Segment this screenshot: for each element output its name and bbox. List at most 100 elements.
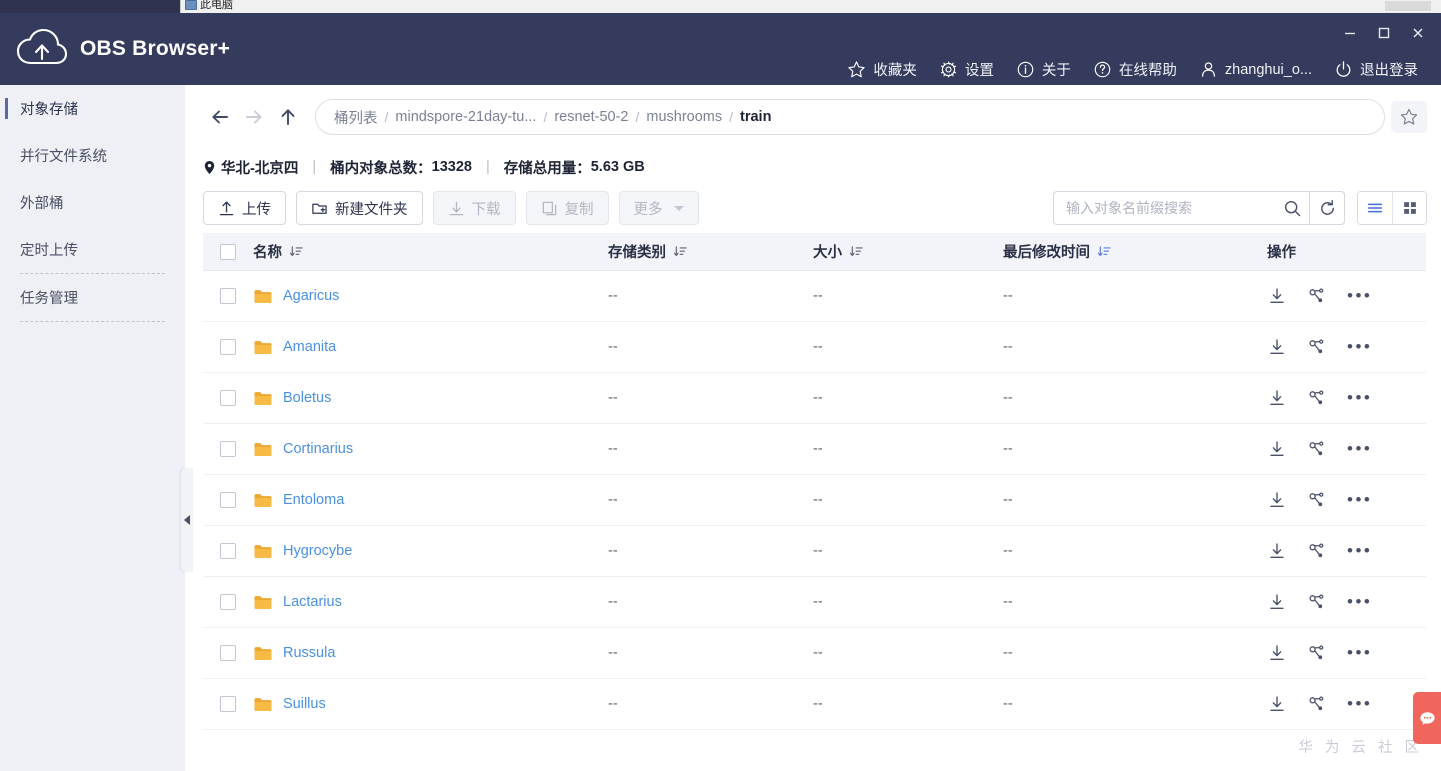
row-download-button[interactable]	[1267, 388, 1287, 408]
table-row[interactable]: Entoloma------•••	[203, 475, 1426, 526]
view-mode-toggle	[1357, 191, 1427, 225]
folder-link[interactable]: Cortinarius	[283, 441, 353, 457]
row-checkbox[interactable]	[220, 696, 236, 712]
folder-link[interactable]: Suillus	[283, 696, 326, 712]
grid-view-button[interactable]	[1392, 192, 1426, 224]
header-item-user-account[interactable]: zhanghui_o...	[1188, 56, 1323, 83]
header-item-favorites[interactable]: 收藏夹	[836, 55, 928, 84]
chat-support-button[interactable]	[1413, 692, 1441, 744]
more-actions-button[interactable]: 更多	[619, 191, 699, 225]
column-header-last-modified[interactable]: 最后修改时间	[1003, 241, 1265, 262]
cloud-upload-logo-icon	[16, 28, 68, 70]
row-more-button[interactable]: •••	[1347, 291, 1372, 301]
forward-button[interactable]	[237, 100, 271, 134]
row-checkbox[interactable]	[220, 492, 236, 508]
sidebar-item-scheduled-upload[interactable]: 定时上传	[0, 226, 185, 273]
row-share-button[interactable]	[1307, 439, 1327, 459]
row-more-button[interactable]: •••	[1347, 342, 1372, 352]
row-more-button[interactable]: •••	[1347, 546, 1372, 556]
row-more-button[interactable]: •••	[1347, 444, 1372, 454]
row-share-button[interactable]	[1307, 286, 1327, 306]
breadcrumb-item-bucket-list[interactable]: 桶列表	[334, 107, 378, 128]
sort-icon-active[interactable]	[1097, 244, 1112, 259]
row-checkbox[interactable]	[220, 543, 236, 559]
folder-link[interactable]: Boletus	[283, 390, 331, 406]
row-more-button[interactable]: •••	[1347, 648, 1372, 658]
search-button[interactable]	[1275, 191, 1309, 225]
sidebar-item-parallel-file-system[interactable]: 并行文件系统	[0, 132, 185, 179]
sidebar-collapse-handle[interactable]	[181, 468, 193, 572]
row-checkbox[interactable]	[220, 339, 236, 355]
breadcrumb-item-resnet[interactable]: resnet-50-2	[554, 109, 628, 125]
row-download-button[interactable]	[1267, 592, 1287, 612]
row-share-button[interactable]	[1307, 694, 1327, 714]
maximize-button[interactable]	[1369, 21, 1399, 45]
row-more-button[interactable]: •••	[1347, 393, 1372, 403]
list-view-button[interactable]	[1358, 192, 1392, 224]
table-row[interactable]: Russula------•••	[203, 628, 1426, 679]
download-button[interactable]: 下载	[433, 191, 516, 225]
minimize-button[interactable]	[1335, 21, 1365, 45]
cell-size: --	[813, 696, 1003, 712]
copy-button[interactable]: 复制	[526, 191, 609, 225]
table-row[interactable]: Boletus------•••	[203, 373, 1426, 424]
folder-link[interactable]: Lactarius	[283, 594, 342, 610]
upload-button[interactable]: 上传	[203, 191, 286, 225]
favorite-path-button[interactable]	[1391, 101, 1427, 133]
breadcrumb-item-mushrooms[interactable]: mushrooms	[646, 109, 722, 125]
row-share-button[interactable]	[1307, 592, 1327, 612]
header-item-settings[interactable]: 设置	[928, 55, 1005, 84]
row-download-button[interactable]	[1267, 286, 1287, 306]
select-all-checkbox[interactable]	[220, 244, 236, 260]
up-button[interactable]	[271, 100, 305, 134]
sort-icon[interactable]	[673, 244, 688, 259]
table-row[interactable]: Hygrocybe------•••	[203, 526, 1426, 577]
table-row[interactable]: Suillus------•••	[203, 679, 1426, 730]
refresh-button[interactable]	[1309, 191, 1345, 225]
table-row[interactable]: Lactarius------•••	[203, 577, 1426, 628]
row-more-button[interactable]: •••	[1347, 597, 1372, 607]
column-header-size[interactable]: 大小	[813, 241, 1003, 262]
table-row[interactable]: Agaricus------•••	[203, 271, 1426, 322]
row-share-button[interactable]	[1307, 643, 1327, 663]
row-download-button[interactable]	[1267, 541, 1287, 561]
sort-icon[interactable]	[849, 244, 864, 259]
row-download-button[interactable]	[1267, 643, 1287, 663]
sort-icon[interactable]	[289, 244, 304, 259]
row-share-button[interactable]	[1307, 337, 1327, 357]
header-item-online-help[interactable]: 在线帮助	[1082, 55, 1188, 84]
search-input[interactable]	[1066, 200, 1275, 216]
row-share-button[interactable]	[1307, 490, 1327, 510]
close-button[interactable]	[1403, 21, 1433, 45]
table-row[interactable]: Cortinarius------•••	[203, 424, 1426, 475]
back-button[interactable]	[203, 100, 237, 134]
table-row[interactable]: Amanita------•••	[203, 322, 1426, 373]
header-item-about[interactable]: 关于	[1005, 55, 1082, 84]
row-more-button[interactable]: •••	[1347, 699, 1372, 709]
row-checkbox[interactable]	[220, 594, 236, 610]
sidebar-item-object-storage[interactable]: 对象存储	[0, 85, 185, 132]
row-download-button[interactable]	[1267, 694, 1287, 714]
folder-link[interactable]: Amanita	[283, 339, 336, 355]
folder-link[interactable]: Russula	[283, 645, 335, 661]
row-share-button[interactable]	[1307, 388, 1327, 408]
header-item-logout[interactable]: 退出登录	[1323, 55, 1429, 84]
row-download-button[interactable]	[1267, 337, 1287, 357]
row-more-button[interactable]: •••	[1347, 495, 1372, 505]
column-header-name[interactable]: 名称	[253, 241, 608, 262]
row-download-button[interactable]	[1267, 439, 1287, 459]
breadcrumb-item-bucket[interactable]: mindspore-21day-tu...	[395, 109, 536, 125]
folder-link[interactable]: Agaricus	[283, 288, 339, 304]
sidebar-item-external-bucket[interactable]: 外部桶	[0, 179, 185, 226]
row-share-button[interactable]	[1307, 541, 1327, 561]
new-folder-button[interactable]: 新建文件夹	[296, 191, 423, 225]
sidebar-item-task-management[interactable]: 任务管理	[0, 274, 185, 321]
row-checkbox[interactable]	[220, 288, 236, 304]
folder-link[interactable]: Entoloma	[283, 492, 344, 508]
row-checkbox[interactable]	[220, 645, 236, 661]
row-checkbox[interactable]	[220, 390, 236, 406]
row-checkbox[interactable]	[220, 441, 236, 457]
row-download-button[interactable]	[1267, 490, 1287, 510]
column-header-storage-class[interactable]: 存储类别	[608, 241, 813, 262]
folder-link[interactable]: Hygrocybe	[283, 543, 352, 559]
